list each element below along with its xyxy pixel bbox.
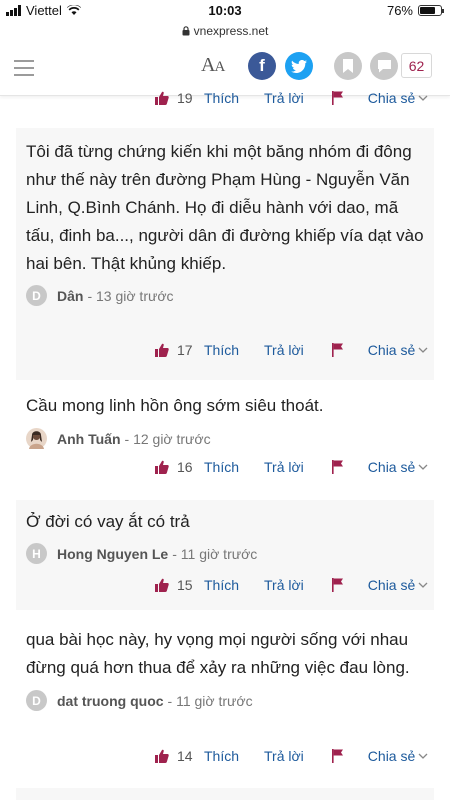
- reply-button[interactable]: Trả lời: [264, 342, 304, 358]
- like-count: 19: [177, 90, 193, 106]
- clock: 10:03: [208, 3, 242, 18]
- lock-icon: [182, 26, 190, 36]
- timestamp: - 11 giờ trước: [167, 692, 253, 709]
- like-count: 17: [177, 342, 193, 358]
- thumbs-up-icon[interactable]: [155, 460, 169, 474]
- like-button[interactable]: Thích: [204, 90, 239, 106]
- comment-icon[interactable]: [370, 52, 398, 80]
- thumbs-up-icon[interactable]: [155, 343, 169, 357]
- chevron-down-icon: [418, 582, 428, 588]
- url-text: vnexpress.net: [193, 24, 269, 38]
- comment-text: Cầu mong linh hồn ông sớm siêu thoát.: [26, 396, 324, 415]
- like-button[interactable]: Thích: [204, 748, 239, 764]
- timestamp: - 13 giờ trước: [87, 287, 174, 304]
- timestamp: - 11 giờ trước: [172, 545, 258, 562]
- battery-percent: 76%: [386, 3, 413, 18]
- twitter-share-icon[interactable]: [285, 52, 313, 80]
- share-button[interactable]: Chia sẻ: [368, 90, 428, 106]
- thumbs-up-icon[interactable]: [155, 578, 169, 592]
- comment-actions: 14 Thích Trả lời Chia sẻ: [155, 744, 428, 768]
- bookmark-icon[interactable]: [334, 52, 362, 80]
- author-name[interactable]: Anh Tuấn: [57, 431, 121, 447]
- comment-text: qua bài học này, hy vọng mọi người sống …: [26, 630, 410, 677]
- avatar[interactable]: H: [26, 543, 47, 564]
- comment-count-badge[interactable]: 62: [401, 53, 432, 78]
- comment-meta: D dat truong quoc - 11 giờ trước: [26, 690, 424, 711]
- flag-icon[interactable]: [331, 343, 344, 357]
- share-button[interactable]: Chia sẻ: [368, 748, 428, 764]
- font-size-button[interactable]: AA: [201, 54, 225, 77]
- reply-button[interactable]: Trả lời: [264, 90, 304, 106]
- comment-actions: 17 Thích Trả lời Chia sẻ: [155, 338, 428, 362]
- comment-actions: 16 Thích Trả lời Chia sẻ: [155, 455, 428, 479]
- chevron-down-icon: [418, 347, 428, 353]
- status-bar: Viettel 10:03 76%: [0, 0, 450, 22]
- comment-item: Tôi đã từng chứng kiến khi một băng nhóm…: [16, 128, 434, 380]
- comment-item: Cầu mong linh hồn ông sớm siêu thoát. An…: [16, 390, 434, 490]
- reply-button[interactable]: Trả lời: [264, 577, 304, 593]
- author-name[interactable]: dat truong quoc: [57, 693, 164, 709]
- timestamp: - 12 giờ trước: [124, 430, 211, 447]
- comment-meta: Anh Tuấn - 12 giờ trước: [26, 428, 424, 449]
- chevron-down-icon: [418, 464, 428, 470]
- comment-item: Ở đời có vay ắt có trả H Hong Nguyen Le …: [16, 500, 434, 610]
- flag-icon[interactable]: [331, 578, 344, 592]
- reply-button[interactable]: Trả lời: [264, 459, 304, 475]
- share-button[interactable]: Chia sẻ: [368, 342, 428, 358]
- comment-item: qua bài học này, hy vọng mọi người sống …: [16, 622, 434, 777]
- comment-actions: 19 Thích Trả lời Chia sẻ: [155, 86, 428, 110]
- menu-icon[interactable]: [14, 60, 34, 81]
- reply-button[interactable]: Trả lời: [264, 748, 304, 764]
- chevron-down-icon: [418, 95, 428, 101]
- comment-meta: H Hong Nguyen Le - 11 giờ trước: [26, 543, 424, 564]
- avatar[interactable]: D: [26, 690, 47, 711]
- author-name[interactable]: Hong Nguyen Le: [57, 546, 168, 562]
- address-bar[interactable]: vnexpress.net: [0, 22, 450, 40]
- flag-icon[interactable]: [331, 460, 344, 474]
- like-count: 14: [177, 748, 193, 764]
- thumbs-up-icon[interactable]: [155, 91, 169, 105]
- like-button[interactable]: Thích: [204, 577, 239, 593]
- facebook-share-icon[interactable]: f: [248, 52, 276, 80]
- share-button[interactable]: Chia sẻ: [368, 459, 428, 475]
- avatar[interactable]: [26, 428, 47, 449]
- comment-text: Tôi đã từng chứng kiến khi một băng nhóm…: [26, 142, 424, 273]
- avatar[interactable]: D: [26, 285, 47, 306]
- comment-text: Ở đời có vay ắt có trả: [26, 512, 190, 531]
- comment-item: [16, 788, 434, 800]
- like-count: 15: [177, 577, 193, 593]
- battery-icon: [418, 5, 444, 16]
- share-button[interactable]: Chia sẻ: [368, 577, 428, 593]
- like-button[interactable]: Thích: [204, 459, 239, 475]
- flag-icon[interactable]: [331, 749, 344, 763]
- comment-actions: 15 Thích Trả lời Chia sẻ: [155, 573, 428, 597]
- comment-meta: D Dân - 13 giờ trước: [26, 285, 424, 306]
- like-count: 16: [177, 459, 193, 475]
- like-button[interactable]: Thích: [204, 342, 239, 358]
- author-name[interactable]: Dân: [57, 288, 83, 304]
- flag-icon[interactable]: [331, 91, 344, 105]
- thumbs-up-icon[interactable]: [155, 749, 169, 763]
- chevron-down-icon: [418, 753, 428, 759]
